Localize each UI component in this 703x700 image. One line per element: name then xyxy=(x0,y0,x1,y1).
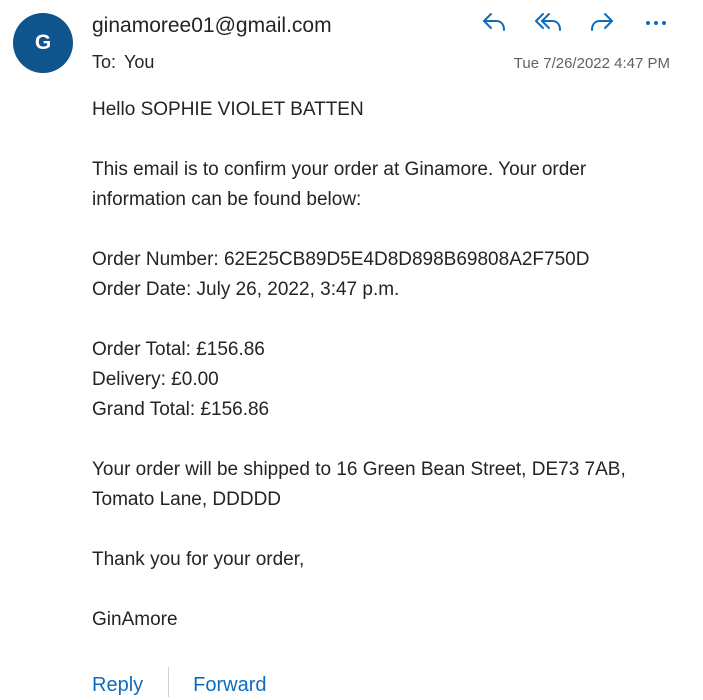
order-date: Order Date: July 26, 2022, 3:47 p.m. xyxy=(92,279,400,300)
footer-divider xyxy=(168,667,170,697)
signature: GinAmore xyxy=(92,609,178,630)
forward-link[interactable]: Forward xyxy=(193,667,266,700)
delivery-cost: Delivery: £0.00 xyxy=(92,369,219,390)
order-total: Order Total: £156.86 xyxy=(92,339,265,360)
shipping-address: Your order will be shipped to 16 Green B… xyxy=(92,459,626,510)
sender-email[interactable]: ginamoree01@gmail.com xyxy=(92,14,332,38)
to-value[interactable]: You xyxy=(124,52,154,72)
reply-link[interactable]: Reply xyxy=(92,667,143,700)
intro-paragraph: This email is to confirm your order at G… xyxy=(92,159,587,210)
to-label: To: xyxy=(92,52,117,72)
reply-icon xyxy=(483,13,505,31)
forward-icon xyxy=(591,13,613,31)
reply-all-button[interactable] xyxy=(532,8,564,36)
message-actions xyxy=(478,8,672,36)
greeting: Hello SOPHIE VIOLET BATTEN xyxy=(92,99,364,120)
email-body: Hello SOPHIE VIOLET BATTEN This email is… xyxy=(92,95,672,635)
reply-footer: Reply Forward xyxy=(92,667,267,700)
recipient-line: To: You xyxy=(92,52,154,73)
reply-button[interactable] xyxy=(478,8,510,36)
email-timestamp: Tue 7/26/2022 4:47 PM xyxy=(513,55,670,72)
more-options-button[interactable] xyxy=(640,8,672,36)
more-options-icon xyxy=(646,21,666,25)
grand-total: Grand Total: £156.86 xyxy=(92,399,270,420)
reply-all-icon xyxy=(535,13,561,31)
order-number: Order Number: 62E25CB89D5E4D8D898B69808A… xyxy=(92,249,590,270)
sender-avatar[interactable]: G xyxy=(13,13,73,73)
forward-button[interactable] xyxy=(586,8,618,36)
thanks-line: Thank you for your order, xyxy=(92,549,305,570)
